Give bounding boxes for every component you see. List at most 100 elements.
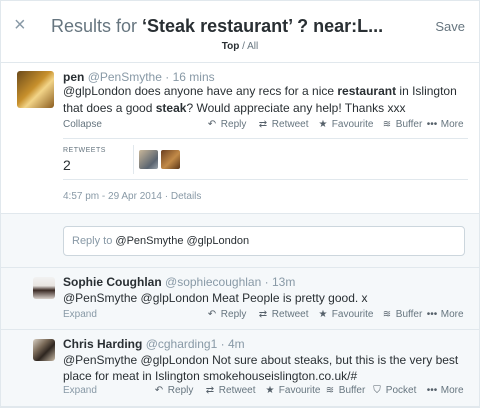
tweet-time[interactable]: 13m xyxy=(272,275,295,289)
buffer-stack-icon: ≋ xyxy=(382,309,392,320)
tweet-author-line: Sophie Coughlan @sophiecoughlan · 13m xyxy=(63,275,295,289)
collapse-link[interactable]: Collapse xyxy=(63,119,102,130)
author-handle[interactable]: @PenSmythe xyxy=(88,70,162,84)
avatar[interactable] xyxy=(33,339,55,361)
favourite-button[interactable]: ★ Favourite xyxy=(317,309,374,320)
reply-button[interactable]: ↶ Reply xyxy=(153,385,194,396)
buffer-label: Buffer xyxy=(395,309,423,320)
avatar[interactable] xyxy=(17,71,54,108)
results-filter: Top / All xyxy=(1,41,479,52)
divider xyxy=(63,179,468,180)
buffer-button[interactable]: ≋ Buffer xyxy=(324,385,365,396)
author-name[interactable]: pen xyxy=(63,70,84,84)
page-title: Results for ‘Steak restaurant’ ? near:L.… xyxy=(51,15,421,37)
author-handle[interactable]: @cgharding1 xyxy=(146,337,218,351)
more-dots-icon: ••• xyxy=(426,309,438,320)
avatar[interactable] xyxy=(33,277,55,299)
favourite-label: Favourite xyxy=(331,309,374,320)
time-separator: · xyxy=(220,337,225,351)
tweet-timestamp[interactable]: 4:57 pm - 29 Apr 2014 · Details xyxy=(63,191,201,202)
author-name[interactable]: Chris Harding xyxy=(63,337,142,351)
expand-link[interactable]: Expand xyxy=(63,385,97,396)
time-separator: · xyxy=(165,70,170,84)
reply-button[interactable]: ↶ Reply xyxy=(206,309,247,320)
tweet-text-part: @glpLondon does anyone have any recs for… xyxy=(63,84,338,98)
retweet-label: Retweet xyxy=(218,385,256,396)
favourite-label: Favourite xyxy=(278,385,321,396)
retweet-label: Retweet xyxy=(271,119,309,130)
tweet-time[interactable]: 16 mins xyxy=(173,70,215,84)
retweets-count[interactable]: 2 xyxy=(63,157,71,173)
buffer-stack-icon: ≋ xyxy=(382,119,392,130)
buffer-stack-icon: ≋ xyxy=(325,385,335,396)
divider xyxy=(133,145,134,174)
reply-arrow-icon: ↶ xyxy=(207,309,217,320)
title-query: ‘Steak restaurant’ ? near:L... xyxy=(142,16,384,36)
retweets-label: RETWEETS xyxy=(63,147,106,154)
tweet-time[interactable]: 4m xyxy=(228,337,245,351)
author-handle[interactable]: @sophiecoughlan xyxy=(165,275,261,289)
filter-separator: / xyxy=(239,41,248,52)
save-button[interactable]: Save xyxy=(435,19,465,34)
retweet-button[interactable]: ⇄ Retweet xyxy=(257,119,309,130)
buffer-button[interactable]: ≋ Buffer xyxy=(381,309,422,320)
title-prefix: Results for xyxy=(51,16,143,36)
reply-label: Reply xyxy=(167,385,194,396)
close-icon[interactable]: × xyxy=(14,15,26,35)
more-label: More xyxy=(440,309,464,320)
reply-input-mentions: @PenSmythe @glpLondon xyxy=(115,235,250,247)
tweet-text-part: ? Would appreciate any help! Thanks xxx xyxy=(186,101,406,115)
reply-input-prefix: Reply to xyxy=(72,235,116,247)
reply-input[interactable]: Reply to @PenSmythe @glpLondon xyxy=(63,226,465,256)
panel-header: × Results for ‘Steak restaurant’ ? near:… xyxy=(1,1,479,63)
author-name[interactable]: Sophie Coughlan xyxy=(63,275,162,289)
retweet-button[interactable]: ⇄ Retweet xyxy=(204,385,256,396)
tweet-author-line: pen @PenSmythe · 16 mins xyxy=(63,70,215,84)
reply-arrow-icon: ↶ xyxy=(154,385,164,396)
favourite-button[interactable]: ★ Favourite xyxy=(317,119,374,130)
filter-top[interactable]: Top xyxy=(222,41,240,52)
filter-all[interactable]: All xyxy=(247,41,258,52)
tweet-text: @PenSmythe @glpLondon Not sure about ste… xyxy=(63,353,459,383)
reply-tweet: Sophie Coughlan @sophiecoughlan · 13m @P… xyxy=(1,268,479,330)
tweet-author-line: Chris Harding @cgharding1 · 4m xyxy=(63,337,245,351)
more-button[interactable]: ••• More xyxy=(426,309,464,320)
reply-button[interactable]: ↶ Reply xyxy=(206,119,247,130)
favourite-button[interactable]: ★ Favourite xyxy=(264,385,321,396)
retweet-label: Retweet xyxy=(271,309,309,320)
retweet-button[interactable]: ⇄ Retweet xyxy=(257,309,309,320)
tweet-search-detail-panel: × Results for ‘Steak restaurant’ ? near:… xyxy=(0,0,480,408)
main-tweet: pen @PenSmythe · 16 mins @glpLondon does… xyxy=(1,63,479,213)
more-button[interactable]: ••• More xyxy=(426,385,464,396)
tweet-text-highlight: steak xyxy=(155,101,187,115)
more-label: More xyxy=(440,119,464,130)
reply-label: Reply xyxy=(220,119,247,130)
reply-compose-area: Reply to @PenSmythe @glpLondon xyxy=(1,213,479,268)
reply-arrow-icon: ↶ xyxy=(207,119,217,130)
buffer-label: Buffer xyxy=(338,385,366,396)
more-dots-icon: ••• xyxy=(426,385,438,396)
retweet-icon: ⇄ xyxy=(258,309,268,320)
retweeter-avatar[interactable] xyxy=(161,150,180,169)
more-dots-icon: ••• xyxy=(426,119,438,130)
favourite-label: Favourite xyxy=(331,119,374,130)
pocket-icon: ⛉ xyxy=(373,385,381,396)
retweeter-avatar[interactable] xyxy=(139,150,158,169)
expand-link[interactable]: Expand xyxy=(63,309,97,320)
star-icon: ★ xyxy=(318,309,328,320)
star-icon: ★ xyxy=(318,119,328,130)
divider xyxy=(63,138,468,139)
more-label: More xyxy=(440,385,464,396)
buffer-label: Buffer xyxy=(395,119,423,130)
more-button[interactable]: ••• More xyxy=(426,119,464,130)
tweet-text: @PenSmythe @glpLondon Meat People is pre… xyxy=(63,291,368,305)
pocket-label: Pocket xyxy=(385,385,417,396)
retweet-icon: ⇄ xyxy=(205,385,215,396)
reply-tweet: Chris Harding @cgharding1 · 4m @PenSmyth… xyxy=(1,330,479,407)
buffer-button[interactable]: ≋ Buffer xyxy=(381,119,422,130)
tweet-text-highlight: restaurant xyxy=(337,84,397,98)
reply-label: Reply xyxy=(220,309,247,320)
pocket-button[interactable]: ⛉ Pocket xyxy=(371,385,416,396)
star-icon: ★ xyxy=(265,385,275,396)
retweet-icon: ⇄ xyxy=(258,119,268,130)
